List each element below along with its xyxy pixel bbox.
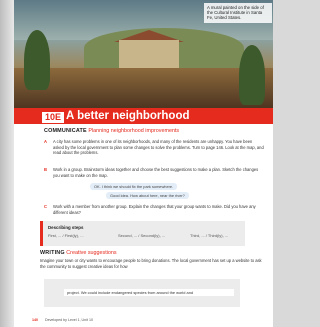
- writing-heading: WRITING Creative suggestions: [40, 250, 117, 257]
- mural-photo: A mural painted on the side of the Cultu…: [14, 0, 273, 108]
- describing-steps-second: Second, ... / Second(ly), ...: [118, 233, 166, 238]
- task-b: B Work in a group. Brainstorm ideas toge…: [44, 167, 264, 178]
- unit-title: A better neighborhood: [66, 110, 190, 122]
- task-a-text: A city has some problems in one of its n…: [53, 139, 264, 156]
- mural-ground: [14, 68, 273, 108]
- describing-steps-third: Third, ... / Third(ly), ...: [190, 233, 229, 238]
- page-footer: 140 Developed by Level 1, Unit 10: [32, 318, 93, 322]
- describing-steps-accent: [40, 221, 43, 246]
- speech-bubble-2: Good idea. How about here, near the rive…: [106, 192, 189, 199]
- task-a: A A city has some problems in one of its…: [44, 139, 264, 156]
- book-spine: [0, 0, 14, 327]
- mural-tree-left: [24, 30, 50, 90]
- communicate-subheading: Planning neighborhood improvements: [88, 128, 180, 134]
- task-c-text: Work with a member from another group. E…: [53, 204, 256, 215]
- photo-caption: A mural painted on the side of the Cultu…: [204, 3, 272, 23]
- writing-heading-label: WRITING: [40, 250, 65, 256]
- writing-instructions: Imagine your town or city wants to encou…: [40, 258, 266, 269]
- task-b-text: Work in a group. Brainstorm ideas togeth…: [53, 167, 259, 178]
- speech-bubble-1: OK. I think we should fix the park somew…: [90, 183, 178, 190]
- task-b-letter: B: [44, 167, 47, 172]
- page-number: 140: [32, 318, 38, 322]
- textbook-page: A mural painted on the side of the Cultu…: [14, 0, 273, 327]
- task-c: C Work with a member from another group.…: [44, 204, 264, 215]
- task-c-letter: C: [44, 204, 47, 209]
- mural-house: [119, 40, 179, 68]
- communicate-heading-label: COMMUNICATE: [44, 128, 87, 134]
- footer-text: Developed by Level 1, Unit 10: [45, 318, 93, 322]
- writing-sample-box: project. We could include endangered spe…: [44, 279, 240, 307]
- task-a-letter: A: [44, 139, 47, 144]
- writing-instructions-text: Imagine your town or city wants to encou…: [40, 258, 262, 269]
- writing-sample-line: project. We could include endangered spe…: [64, 289, 234, 296]
- communicate-heading: COMMUNICATE Planning neighborhood improv…: [44, 128, 179, 135]
- unit-label: 10E: [42, 112, 65, 123]
- describing-steps-box: Describing steps First, ... / First(ly),…: [40, 221, 245, 246]
- mural-tree-right: [239, 45, 265, 105]
- describing-steps-title: Describing steps: [48, 225, 84, 230]
- writing-subheading: Creative suggestions: [66, 250, 117, 256]
- describing-steps-first: First, ... / First(ly), ...: [48, 233, 84, 238]
